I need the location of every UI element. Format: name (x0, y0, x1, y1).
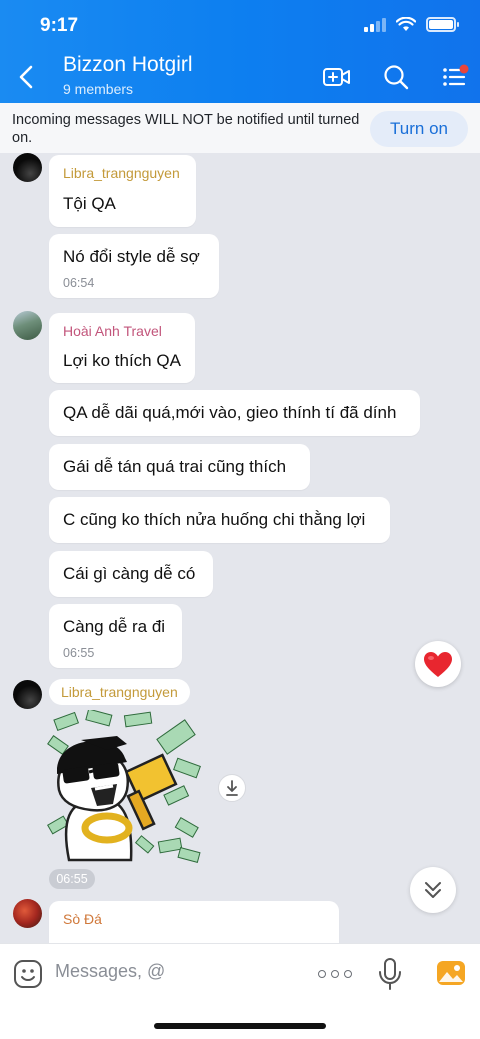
message-bubble[interactable]: Càng dễ ra đi 06:55 (49, 604, 182, 668)
chat-header: 9:17 Bizzon Hotgirl 9 members (0, 0, 480, 103)
sticker-image[interactable] (47, 710, 203, 866)
message-bubble[interactable]: C cũng ko thích nửa huống chi thằng lợi (49, 497, 390, 543)
sender-name: Libra_trangnguyen (63, 165, 180, 181)
video-call-button[interactable] (321, 61, 353, 93)
message-bubble[interactable]: Cái gì càng dễ có (49, 551, 213, 597)
message-bubble[interactable]: QA dễ dãi quá,mới vào, gieo thính tí đã … (49, 390, 420, 436)
home-indicator (154, 1023, 326, 1029)
scroll-down-button[interactable] (410, 867, 456, 913)
double-chevron-down-icon (425, 882, 441, 898)
wifi-icon (396, 17, 416, 31)
message-text: QA dễ dãi quá,mới vào, gieo thính tí đã … (63, 403, 397, 422)
avatar[interactable] (13, 680, 42, 709)
search-button[interactable] (380, 61, 412, 93)
list-menu-icon (443, 64, 469, 86)
avatar[interactable] (13, 311, 42, 340)
chat-title[interactable]: Bizzon Hotgirl (63, 53, 193, 77)
member-count[interactable]: 9 members (63, 81, 133, 97)
message-text: Tội QA (63, 194, 116, 213)
message-bubble[interactable]: Hoài Anh Travel Lợi ko thích QA (49, 313, 195, 383)
banner-text: Incoming messages WILL NOT be notified u… (12, 112, 360, 146)
turn-on-button[interactable]: Turn on (370, 111, 468, 147)
message-text: Càng dễ ra đi (63, 617, 166, 636)
signal-icon (364, 17, 386, 32)
message-text: Cái gì càng dễ có (63, 564, 196, 583)
video-call-icon (323, 68, 350, 86)
message-input[interactable]: Messages, @ (55, 961, 165, 982)
search-icon (384, 65, 409, 90)
react-heart-button[interactable] (415, 641, 461, 687)
download-button[interactable] (218, 774, 246, 802)
sender-name: Hoài Anh Travel (63, 323, 162, 339)
microphone-icon[interactable] (377, 957, 403, 991)
message-bubble[interactable]: Libra_trangnguyen Tội QA (49, 155, 196, 227)
notification-dot (459, 64, 469, 74)
message-bubble[interactable]: Nó đổi style dễ sợ 06:54 (49, 234, 219, 298)
back-button[interactable] (14, 62, 38, 92)
message-text: Nó đổi style dễ sợ (63, 247, 200, 266)
message-text: Gái dễ tán quá trai cũng thích (63, 457, 287, 476)
battery-icon (426, 17, 459, 32)
message-time: 06:55 (63, 646, 95, 660)
message-text: Lợi ko thích QA (63, 351, 181, 370)
sender-name: Sò Đá (63, 911, 102, 927)
heart-icon (424, 651, 452, 677)
message-time: 06:54 (63, 276, 95, 290)
notification-banner: Incoming messages WILL NOT be notified u… (0, 103, 480, 153)
status-icons (364, 17, 459, 32)
avatar[interactable] (13, 153, 42, 182)
avatar[interactable] (13, 899, 42, 928)
emoji-icon[interactable] (13, 959, 43, 989)
message-text: C cũng ko thích nửa huống chi thằng lợi (63, 510, 366, 529)
message-bubble[interactable]: Gái dễ tán quá trai cũng thích (49, 444, 310, 490)
message-time: 06:55 (49, 869, 95, 889)
photo-icon[interactable] (436, 958, 466, 988)
menu-button[interactable] (439, 61, 471, 93)
download-icon (226, 780, 238, 796)
more-icon[interactable] (318, 962, 352, 986)
status-time: 9:17 (40, 15, 79, 36)
sender-name: Libra_trangnguyen (49, 679, 190, 705)
